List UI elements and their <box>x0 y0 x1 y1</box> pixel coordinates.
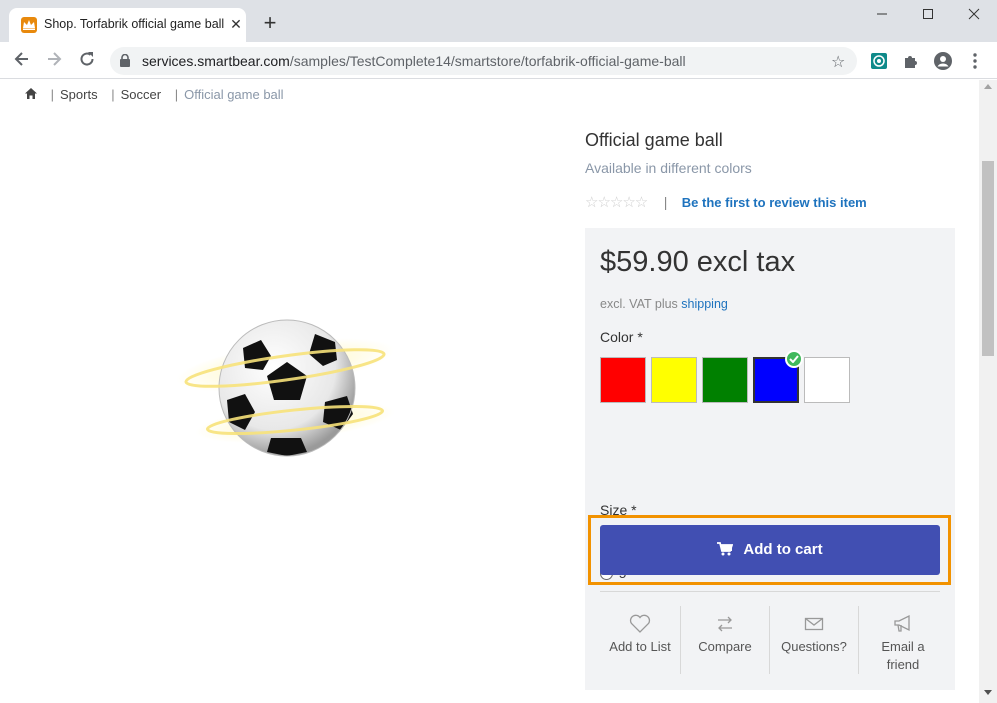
color-swatch-white[interactable] <box>804 357 850 403</box>
profile-avatar-icon[interactable] <box>934 52 952 70</box>
megaphone-icon <box>894 614 910 632</box>
forward-icon[interactable] <box>43 50 65 72</box>
breadcrumb-separator: | <box>111 87 115 102</box>
close-window-icon[interactable] <box>962 6 986 24</box>
cart-icon <box>717 542 734 556</box>
back-icon[interactable] <box>11 50 33 72</box>
envelope-icon <box>804 617 824 631</box>
breadcrumb-item-current: Official game ball <box>184 87 284 102</box>
breadcrumb-separator: | <box>174 87 179 102</box>
tab-title: Shop. Torfabrik official game ball <box>44 17 225 31</box>
add-to-list-action[interactable]: Add to List <box>600 606 680 676</box>
lock-icon <box>120 53 130 72</box>
breadcrumb-item-sports[interactable]: Sports <box>60 87 98 102</box>
questions-action[interactable]: Questions? <box>770 606 858 676</box>
email-friend-action[interactable]: Email a friend <box>859 606 947 676</box>
rating-stars-icon: ☆☆☆☆☆ <box>585 194 648 211</box>
email-friend-label-line1: Email a <box>881 639 925 654</box>
minimize-icon[interactable] <box>870 6 894 24</box>
color-swatch-green[interactable] <box>702 357 748 403</box>
maximize-icon[interactable] <box>916 6 940 24</box>
tax-prefix: excl. VAT plus <box>600 297 682 311</box>
breadcrumb: | Sports | Soccer | Official game ball <box>25 87 284 102</box>
divider <box>600 591 940 592</box>
rating-separator: | <box>663 194 668 210</box>
scroll-up-arrow-icon[interactable] <box>984 84 992 89</box>
product-image[interactable] <box>175 310 405 470</box>
compare-action[interactable]: Compare <box>681 606 769 676</box>
shop-favicon-icon <box>21 17 37 33</box>
url-host: services.smartbear.com <box>142 53 290 69</box>
puzzle-extensions-icon[interactable] <box>902 52 920 70</box>
page-scrollbar[interactable] <box>979 80 997 703</box>
buy-box: $59.90 excl tax excl. VAT plus shipping … <box>585 228 955 690</box>
reload-icon[interactable] <box>76 50 98 72</box>
product-title: Official game ball <box>585 130 723 150</box>
compare-label: Compare <box>698 639 752 654</box>
bookmark-star-icon[interactable]: ☆ <box>831 52 845 72</box>
add-to-cart-label: Add to cart <box>743 541 823 558</box>
tax-note: excl. VAT plus shipping <box>600 297 728 311</box>
breadcrumb-separator: | <box>50 87 55 102</box>
address-bar[interactable]: services.smartbear.com/samples/TestCompl… <box>110 47 857 75</box>
add-to-list-label: Add to List <box>609 639 671 654</box>
scroll-thumb[interactable] <box>982 161 994 356</box>
color-swatch-red[interactable] <box>600 357 646 403</box>
browser-toolbar: services.smartbear.com/samples/TestCompl… <box>0 42 997 79</box>
rating-row: ☆☆☆☆☆ | Be the first to review this item <box>585 193 867 211</box>
product-subtitle: Available in different colors <box>585 160 752 176</box>
add-to-cart-button[interactable]: Add to cart <box>600 525 940 575</box>
menu-kebab-icon[interactable] <box>966 52 984 70</box>
scroll-down-arrow-icon[interactable] <box>984 690 992 695</box>
browser-tab-bar: Shop. Torfabrik official game ball ✕ + <box>0 0 997 42</box>
product-page: | Sports | Soccer | Official game ball O… <box>0 80 979 703</box>
compare-icon <box>718 616 732 632</box>
selected-check-icon <box>785 350 803 368</box>
shipping-link[interactable]: shipping <box>681 297 728 311</box>
review-link[interactable]: Be the first to review this item <box>682 195 867 210</box>
breadcrumb-item-soccer[interactable]: Soccer <box>121 87 161 102</box>
close-tab-icon[interactable]: ✕ <box>228 16 244 32</box>
home-icon[interactable] <box>25 87 37 102</box>
color-label: Color * <box>600 329 643 345</box>
new-tab-icon[interactable]: + <box>260 12 280 34</box>
browser-tab[interactable]: Shop. Torfabrik official game ball ✕ <box>9 8 246 42</box>
extension-icon[interactable] <box>870 52 888 70</box>
url-text: services.smartbear.com/samples/TestCompl… <box>142 53 686 69</box>
color-swatch-yellow[interactable] <box>651 357 697 403</box>
email-friend-label-line2: friend <box>886 657 920 672</box>
url-path: /samples/TestComplete14/smartstore/torfa… <box>289 53 686 69</box>
heart-icon <box>629 614 651 633</box>
questions-label: Questions? <box>781 639 847 654</box>
product-price: $59.90 excl tax <box>600 246 796 278</box>
